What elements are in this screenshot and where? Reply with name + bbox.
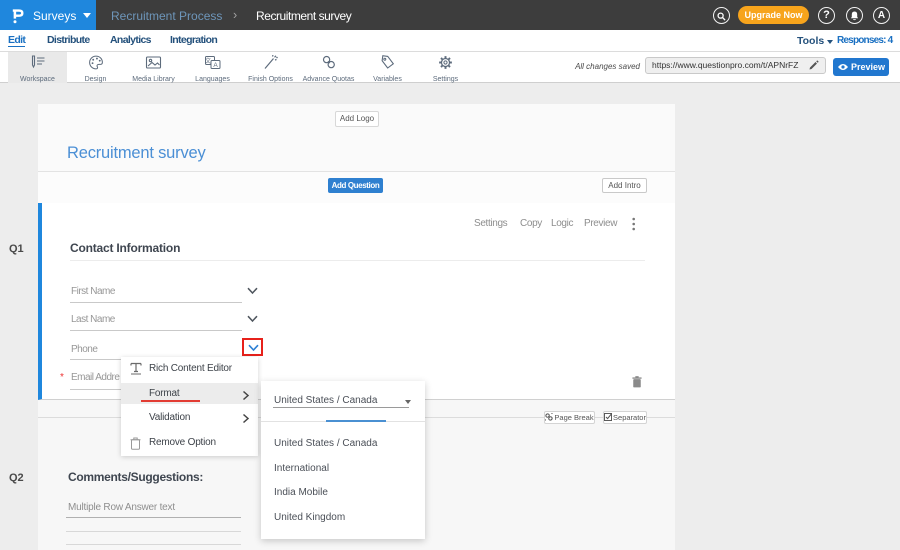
svg-text:文: 文 [205,57,211,65]
svg-text:A: A [213,62,218,69]
